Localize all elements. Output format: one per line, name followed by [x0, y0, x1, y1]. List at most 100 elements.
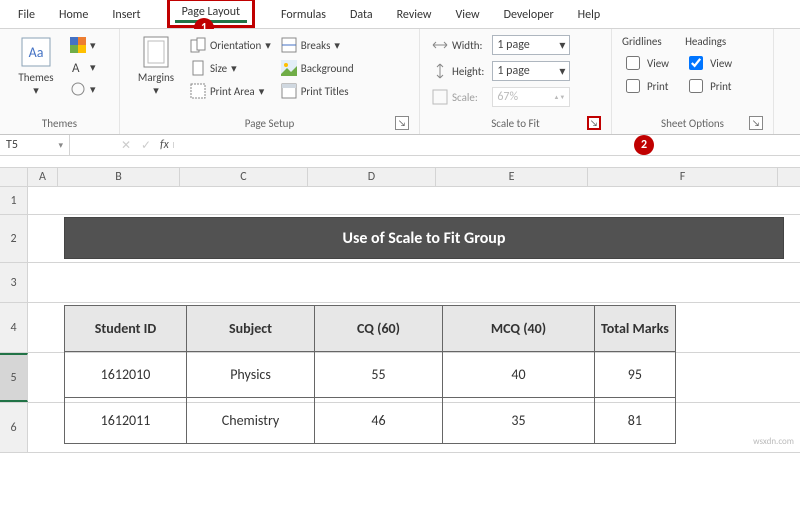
tab-data[interactable]: Data	[338, 4, 385, 28]
table-header-id[interactable]: Student ID	[65, 306, 187, 352]
print-titles-button[interactable]: Print Titles	[279, 81, 356, 101]
gridlines-header: Gridlines	[622, 35, 669, 50]
chevron-down-icon: ▾	[231, 62, 237, 75]
row-header-6[interactable]: 6	[0, 403, 28, 452]
tab-insert[interactable]: Insert	[100, 4, 152, 28]
colors-icon	[70, 37, 86, 53]
callout-marker-2: 2	[634, 135, 654, 155]
col-header-A[interactable]: A	[28, 168, 58, 186]
print-area-button[interactable]: Print Area▾	[188, 81, 273, 101]
theme-colors-button[interactable]: ▾	[68, 35, 98, 55]
size-button[interactable]: Size▾	[188, 58, 273, 78]
orientation-button[interactable]: Orientation▾	[188, 35, 273, 55]
themes-group: Aa Themes ▾ ▾ A ▾ ▾ Themes	[0, 29, 120, 134]
print-titles-icon	[281, 83, 297, 99]
page-setup-group-label: Page Setup ↘	[130, 115, 409, 130]
cell[interactable]: 1612010	[65, 352, 187, 398]
headings-print-checkbox[interactable]: Print	[685, 76, 732, 96]
scale-to-fit-launcher[interactable]: ↘	[587, 116, 601, 130]
svg-text:Aa: Aa	[29, 44, 44, 61]
cell[interactable]: 46	[315, 398, 443, 444]
height-combo[interactable]: 1 page▾	[492, 61, 570, 81]
tab-review[interactable]: Review	[385, 4, 444, 28]
column-headers: A B C D E F	[0, 168, 800, 187]
scale-combo: 67%▲▼	[492, 87, 570, 107]
col-header-E[interactable]: E	[436, 168, 588, 186]
height-icon	[432, 63, 448, 79]
row-header-3[interactable]: 3	[0, 263, 28, 302]
chevron-down-icon: ▾	[265, 39, 271, 52]
fx-icon[interactable]: fx	[156, 138, 173, 152]
width-combo[interactable]: 1 page▾	[492, 35, 570, 55]
col-header-B[interactable]: B	[58, 168, 180, 186]
effects-icon	[70, 81, 86, 97]
width-icon	[432, 37, 448, 53]
cell[interactable]: Physics	[187, 352, 315, 398]
table-header-total[interactable]: Total Marks	[595, 306, 676, 352]
select-all-triangle[interactable]	[0, 168, 28, 186]
tab-help[interactable]: Help	[566, 4, 613, 28]
sheet-options-group-label: Sheet Options ↘	[622, 115, 763, 130]
col-header-F[interactable]: F	[588, 168, 778, 186]
cell[interactable]: 95	[595, 352, 676, 398]
enter-formula-button[interactable]: ✓	[136, 138, 156, 153]
sheet-options-group: Gridlines View Print Headings View Print…	[612, 29, 774, 134]
table-header-mcq[interactable]: MCQ (40)	[443, 306, 595, 352]
sheet-options-launcher[interactable]: ↘	[749, 116, 763, 130]
margins-button[interactable]: Margins ▾	[130, 35, 182, 115]
watermark: wsxdn.com	[753, 436, 794, 447]
cell[interactable]: 40	[443, 352, 595, 398]
row-header-5[interactable]: 5	[0, 353, 28, 402]
row-header-4[interactable]: 4	[0, 303, 28, 352]
chevron-down-icon: ▾	[559, 38, 565, 53]
worksheet-grid: 1 2 3 4 5 6 Use of Scale to Fit Group St…	[0, 187, 800, 453]
name-box[interactable]: T5▾	[0, 135, 70, 155]
ribbon: Aa Themes ▾ ▾ A ▾ ▾ Themes	[0, 29, 800, 135]
cell[interactable]: Chemistry	[187, 398, 315, 444]
width-label: Width:	[430, 35, 486, 55]
gridlines-print-checkbox[interactable]: Print	[622, 76, 669, 96]
margins-icon	[139, 35, 173, 69]
scale-label: Scale:	[430, 87, 486, 107]
orientation-icon	[190, 37, 206, 53]
chevron-down-icon: ▾	[334, 39, 340, 52]
tab-formulas[interactable]: Formulas	[269, 4, 338, 28]
scale-icon	[432, 89, 448, 105]
chevron-down-icon: ▾	[559, 64, 565, 79]
size-icon	[190, 60, 206, 76]
table-header-cq[interactable]: CQ (60)	[315, 306, 443, 352]
cell[interactable]: 81	[595, 398, 676, 444]
tab-home[interactable]: Home	[47, 4, 100, 28]
gridlines-view-checkbox[interactable]: View	[622, 53, 669, 73]
cancel-formula-button[interactable]: ✕	[116, 138, 136, 153]
headings-header: Headings	[685, 35, 732, 50]
page-setup-launcher[interactable]: ↘	[395, 116, 409, 130]
sheet-title-cell[interactable]: Use of Scale to Fit Group	[64, 217, 784, 259]
tab-developer[interactable]: Developer	[492, 4, 566, 28]
theme-effects-button[interactable]: ▾	[68, 79, 98, 99]
chevron-down-icon: ▾	[259, 85, 265, 98]
chevron-down-icon: ▾	[130, 84, 182, 97]
background-button[interactable]: Background	[279, 58, 356, 78]
cell[interactable]: 35	[443, 398, 595, 444]
col-header-C[interactable]: C	[180, 168, 308, 186]
data-table: Student ID Subject CQ (60) MCQ (40) Tota…	[64, 305, 676, 444]
themes-button[interactable]: Aa Themes ▾	[10, 35, 62, 115]
headings-view-checkbox[interactable]: View	[685, 53, 732, 73]
background-icon	[281, 60, 297, 76]
tab-view[interactable]: View	[444, 4, 492, 28]
table-header-subject[interactable]: Subject	[187, 306, 315, 352]
formula-bar[interactable]	[173, 142, 800, 148]
breaks-button[interactable]: Breaks▾	[279, 35, 356, 55]
page-setup-group: Margins ▾ Orientation▾ Size▾ Print Area▾…	[120, 29, 420, 134]
cell[interactable]: 55	[315, 352, 443, 398]
height-label: Height:	[430, 61, 486, 81]
cell[interactable]: 1612011	[65, 398, 187, 444]
scale-to-fit-group: Width: Height: Scale: 1 page▾ 1 page▾ 67…	[420, 29, 612, 134]
tab-file[interactable]: File	[6, 4, 47, 28]
row-header-2[interactable]: 2	[0, 215, 28, 262]
row-header-1[interactable]: 1	[0, 187, 28, 214]
col-header-D[interactable]: D	[308, 168, 436, 186]
chevron-down-icon: ▾	[58, 140, 63, 151]
theme-fonts-button[interactable]: A ▾	[68, 57, 98, 77]
